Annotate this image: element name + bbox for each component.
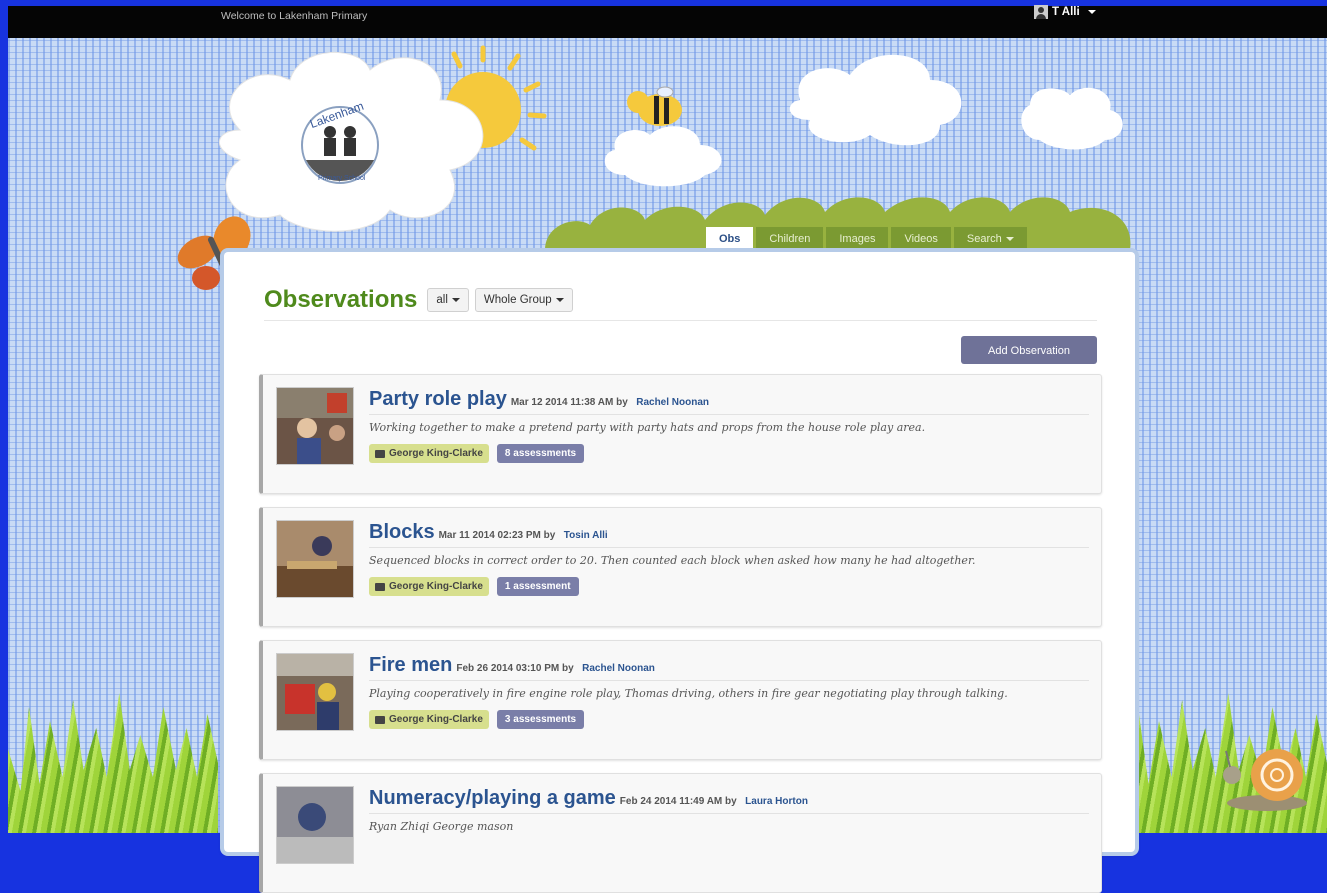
observation-date: Mar 12 2014 11:38 AM by <box>510 397 628 408</box>
page-title: Observations <box>264 286 418 313</box>
observation-title[interactable]: Party role play <box>369 388 507 410</box>
observation-header: Numeracy/playing a game Feb 24 2014 11:49… <box>369 787 1089 814</box>
tab-images[interactable]: Images <box>826 227 889 252</box>
logo-subtitle: Primary School <box>318 175 366 182</box>
group-filter-dropdown[interactable]: Whole Group <box>474 288 573 312</box>
observation-card: Blocks Mar 11 2014 02:23 PM by Tosin Alli… <box>259 507 1102 627</box>
cloud-4 <box>1021 87 1123 150</box>
observation-tags: George King-Clarke 8 assessments <box>369 444 585 463</box>
period-filter-value: all <box>436 294 448 306</box>
snail-icon <box>1223 749 1307 811</box>
user-menu[interactable]: T Alli <box>1034 5 1096 19</box>
child-icon <box>375 582 385 591</box>
observation-date: Feb 26 2014 03:10 PM by <box>456 663 574 674</box>
user-avatar-icon <box>1034 5 1048 19</box>
bee-icon <box>627 86 682 126</box>
observation-description: Playing cooperatively in fire engine rol… <box>369 687 1008 700</box>
add-observation-button[interactable]: Add Observation <box>961 336 1097 364</box>
observation-header: Fire men Feb 26 2014 03:10 PM by Rachel N… <box>369 654 1089 681</box>
tab-search-label: Search <box>966 233 1002 245</box>
observation-description: Working together to make a pretend party… <box>369 421 926 434</box>
main-nav-tabs: Obs Children Images Videos Search <box>706 227 1030 252</box>
child-icon <box>375 715 385 724</box>
assessment-count-badge[interactable]: 3 assessments <box>496 710 585 729</box>
observation-author[interactable]: Rachel Noonan <box>582 663 655 674</box>
user-name: T Alli <box>1052 6 1080 18</box>
chevron-down-icon <box>1005 237 1014 242</box>
observation-date: Feb 24 2014 11:49 AM by <box>619 796 737 807</box>
top-bar <box>8 6 1327 38</box>
welcome-text: Welcome to Lakenham Primary <box>221 10 368 22</box>
observation-title[interactable]: Numeracy/playing a game <box>369 787 616 809</box>
child-tag[interactable]: George King-Clarke <box>369 444 489 463</box>
observation-tags: George King-Clarke 3 assessments <box>369 710 585 729</box>
observation-header: Party role play Mar 12 2014 11:38 AM by R… <box>369 388 1089 415</box>
observation-header: Blocks Mar 11 2014 02:23 PM by Tosin Alli <box>369 521 1089 548</box>
observation-description: Sequenced blocks in correct order to 20.… <box>369 554 976 567</box>
tab-search[interactable]: Search <box>953 227 1027 252</box>
observation-description: Ryan Zhiqi George mason <box>369 820 514 833</box>
observation-author[interactable]: Tosin Alli <box>564 530 608 541</box>
tab-obs[interactable]: Obs <box>706 227 754 252</box>
title-row: Observations all Whole Group <box>264 286 573 314</box>
observation-title[interactable]: Fire men <box>369 654 452 676</box>
tab-children[interactable]: Children <box>756 227 824 252</box>
assessment-count-badge[interactable]: 1 assessment <box>496 577 579 596</box>
child-tag-label: George King-Clarke <box>389 714 483 725</box>
child-tag-label: George King-Clarke <box>389 581 483 592</box>
cloud-3 <box>789 54 962 146</box>
child-tag[interactable]: George King-Clarke <box>369 710 489 729</box>
observation-card: Fire men Feb 26 2014 03:10 PM by Rachel N… <box>259 640 1102 760</box>
observation-tags: George King-Clarke 1 assessment <box>369 577 579 596</box>
tab-obs-label: Obs <box>719 233 741 245</box>
assessment-count-badge[interactable]: 8 assessments <box>496 444 585 463</box>
child-icon <box>375 449 385 458</box>
observation-date: Mar 11 2014 02:23 PM by <box>438 530 556 541</box>
observation-card: Numeracy/playing a game Feb 24 2014 11:49… <box>259 773 1102 893</box>
tab-images-label: Images <box>839 233 876 245</box>
observation-author[interactable]: Laura Horton <box>745 796 808 807</box>
observation-title[interactable]: Blocks <box>369 521 435 543</box>
chevron-down-icon <box>451 297 460 302</box>
observation-thumbnail[interactable] <box>276 653 354 731</box>
tab-videos-label: Videos <box>904 233 938 245</box>
child-tag-label: George King-Clarke <box>389 448 483 459</box>
grass-left-decoration <box>8 693 218 833</box>
tab-videos[interactable]: Videos <box>891 227 951 252</box>
title-divider <box>264 320 1097 321</box>
observation-thumbnail[interactable] <box>276 387 354 465</box>
observation-thumbnail[interactable] <box>276 520 354 598</box>
observation-author[interactable]: Rachel Noonan <box>636 397 709 408</box>
tab-children-label: Children <box>769 233 811 245</box>
chevron-down-icon <box>555 297 564 302</box>
period-filter-dropdown[interactable]: all <box>427 288 469 312</box>
chevron-down-icon <box>1087 10 1096 14</box>
observation-thumbnail[interactable] <box>276 786 354 864</box>
cloud-2 <box>604 126 722 187</box>
observation-card: Party role play Mar 12 2014 11:38 AM by R… <box>259 374 1102 494</box>
group-filter-value: Whole Group <box>483 294 552 306</box>
child-tag[interactable]: George King-Clarke <box>369 577 489 596</box>
